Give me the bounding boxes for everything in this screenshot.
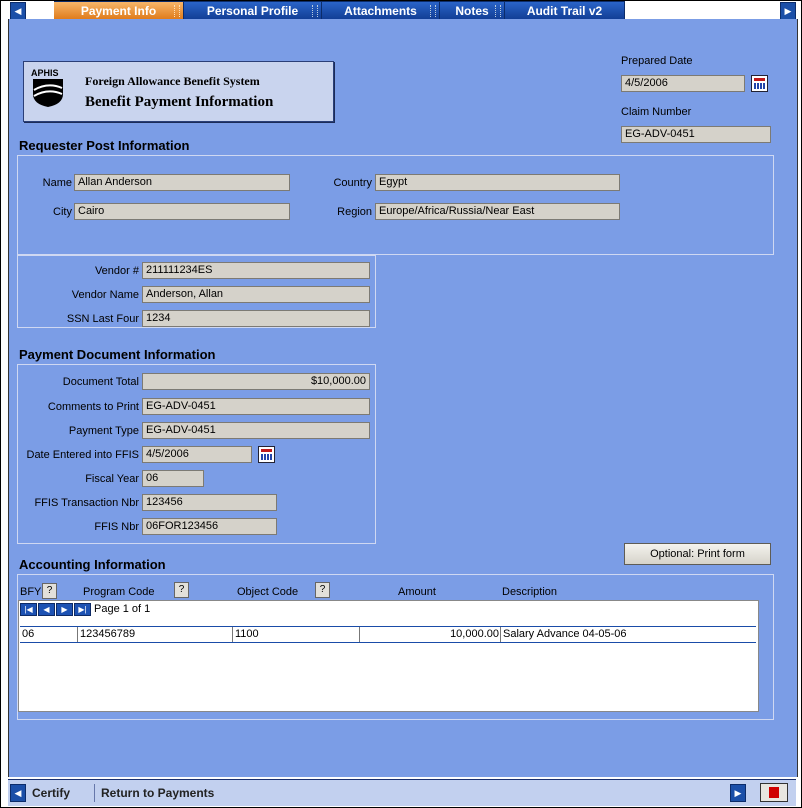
prepared-date-label: Prepared Date xyxy=(621,55,693,67)
city-field[interactable]: Cairo xyxy=(74,203,290,220)
country-label: Country xyxy=(333,177,372,189)
ffis-number-field[interactable]: 06FOR123456 xyxy=(142,518,277,535)
region-field[interactable]: Europe/Africa/Russia/Near East xyxy=(375,203,620,220)
tab-label: Payment Info xyxy=(80,4,157,18)
tab-label: Personal Profile xyxy=(206,4,299,18)
col-program-code: Program Code xyxy=(83,586,155,598)
accounting-section-title: Accounting Information xyxy=(19,557,166,572)
col-description: Description xyxy=(502,586,558,598)
payment-type-field[interactable]: EG-ADV-0451 xyxy=(142,422,370,439)
date-entered-calendar-icon[interactable] xyxy=(258,446,275,463)
col-bfy: BFY xyxy=(20,586,42,598)
ffis-transaction-field[interactable]: 123456 xyxy=(142,494,277,511)
region-label: Region xyxy=(337,206,372,218)
document-total-field[interactable]: $10,000.00 xyxy=(142,373,370,390)
cell-description: Salary Advance 04-05-06 xyxy=(503,628,627,640)
system-name: Foreign Allowance Benefit System xyxy=(85,74,260,88)
prepared-date-field[interactable]: 4/5/2006 xyxy=(621,75,745,92)
tab-bar: ◀ Payment Info Personal Profile Attachme… xyxy=(8,1,796,20)
cell-object-code: 1100 xyxy=(233,627,360,642)
prepared-date-calendar-icon[interactable] xyxy=(751,75,768,92)
tab-label: Audit Trail v2 xyxy=(526,4,603,18)
stop-icon xyxy=(769,787,779,798)
svg-text:APHIS: APHIS xyxy=(31,68,59,78)
tab-payment-info[interactable]: Payment Info xyxy=(54,1,184,19)
country-field[interactable]: Egypt xyxy=(375,174,620,191)
vendor-name-field[interactable]: Anderson, Allan xyxy=(142,286,370,303)
table-row[interactable]: 06 123456789 1100 10,000.00 Salary Advan… xyxy=(20,626,756,643)
comments-field[interactable]: EG-ADV-0451 xyxy=(142,398,370,415)
payment-type-label: Payment Type xyxy=(68,425,139,437)
date-entered-label: Date Entered into FFIS xyxy=(26,449,140,461)
tab-label: Notes xyxy=(455,4,489,18)
city-label: City xyxy=(53,206,72,218)
toolbar-divider xyxy=(94,784,95,802)
vendor-number-label: Vendor # xyxy=(94,265,139,277)
app-window: ◀ Payment Info Personal Profile Attachme… xyxy=(0,0,802,808)
system-header-panel: APHIS Foreign Allowance Benefit System B… xyxy=(23,61,334,122)
requester-section-title: Requester Post Information xyxy=(19,138,190,153)
document-total-label: Document Total xyxy=(62,376,139,388)
tab-audit-trail[interactable]: Audit Trail v2 xyxy=(505,1,625,19)
tab-personal-profile[interactable]: Personal Profile xyxy=(184,1,322,19)
bfy-help-button[interactable]: ? xyxy=(42,583,57,599)
page-title: Benefit Payment Information xyxy=(85,94,274,110)
cell-amount: 10,000.00 xyxy=(360,627,501,642)
last-page-icon[interactable]: ▶| xyxy=(74,603,91,616)
toolbar-scroll-right-button[interactable]: ▶ xyxy=(730,784,746,802)
vendor-name-label: Vendor Name xyxy=(71,289,139,301)
name-field[interactable]: Allan Anderson xyxy=(74,174,290,191)
tab-grip-icon xyxy=(312,5,318,17)
ssn-field[interactable]: 1234 xyxy=(142,310,370,327)
claim-number-field[interactable]: EG-ADV-0451 xyxy=(621,126,771,143)
col-amount: Amount xyxy=(398,586,436,598)
fiscal-year-label: Fiscal Year xyxy=(85,473,139,485)
return-to-payments-button[interactable]: Return to Payments xyxy=(101,784,214,802)
aphis-logo-icon: APHIS xyxy=(31,68,63,107)
fiscal-year-field[interactable]: 06 xyxy=(142,470,204,487)
tab-notes[interactable]: Notes xyxy=(440,1,505,19)
next-page-icon[interactable]: ▶ xyxy=(56,603,73,616)
print-form-button[interactable]: Optional: Print form xyxy=(624,543,771,565)
first-page-icon[interactable]: |◀ xyxy=(20,603,37,616)
col-object-code: Object Code xyxy=(237,586,299,598)
tab-grip-icon xyxy=(430,5,436,17)
cell-program-code: 123456789 xyxy=(78,627,233,642)
bottom-toolbar: ◀ Certify Return to Payments ▶ xyxy=(8,779,796,806)
object-code-help-button[interactable]: ? xyxy=(315,582,330,598)
tab-scroll-left-button[interactable]: ◀ xyxy=(10,2,26,20)
ffis-number-label: FFIS Nbr xyxy=(94,521,139,533)
tab-scroll-right-button[interactable]: ▶ xyxy=(780,2,796,20)
accounting-grid: |◀ ◀ ▶ ▶| Page 1 of 1 06 123456789 1100 … xyxy=(18,600,759,712)
tab-grip-icon xyxy=(495,5,501,17)
name-label: Name xyxy=(42,177,72,189)
program-code-help-button[interactable]: ? xyxy=(174,582,189,598)
certify-button[interactable]: Certify xyxy=(32,784,70,802)
date-entered-field[interactable]: 4/5/2006 xyxy=(142,446,252,463)
comments-label: Comments to Print xyxy=(47,401,139,413)
tab-grip-icon xyxy=(174,5,180,17)
ffis-transaction-label: FFIS Transaction Nbr xyxy=(34,497,139,509)
payment-section-title: Payment Document Information xyxy=(19,347,216,362)
ssn-label: SSN Last Four xyxy=(66,313,139,325)
claim-number-label: Claim Number xyxy=(621,106,692,118)
cell-bfy: 06 xyxy=(20,627,78,642)
tab-label: Attachments xyxy=(344,4,417,18)
prev-page-icon[interactable]: ◀ xyxy=(38,603,55,616)
vendor-number-field[interactable]: 211111234ES xyxy=(142,262,370,279)
tab-attachments[interactable]: Attachments xyxy=(322,1,440,19)
pager-text: Page 1 of 1 xyxy=(94,603,151,615)
toolbar-scroll-left-button[interactable]: ◀ xyxy=(10,784,26,802)
stop-button[interactable] xyxy=(760,783,788,802)
